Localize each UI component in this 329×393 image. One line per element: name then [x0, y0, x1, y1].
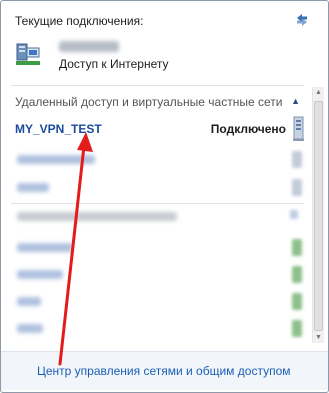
- divider: [11, 85, 304, 86]
- divider: [11, 203, 304, 204]
- list-item-redacted[interactable]: [11, 237, 304, 259]
- network-computer-icon: [16, 43, 40, 65]
- refresh-icon[interactable]: [294, 12, 310, 28]
- scrollbar[interactable]: ▲ ▼: [312, 87, 324, 343]
- vpn-connection-name: MY_VPN_TEST: [15, 122, 102, 136]
- network-center-link[interactable]: Центр управления сетями и общим доступом: [37, 364, 291, 378]
- chevron-icon[interactable]: [290, 210, 298, 219]
- list-item-redacted[interactable]: [11, 264, 304, 286]
- scroll-thumb[interactable]: [314, 101, 323, 331]
- list-item-redacted[interactable]: [11, 291, 304, 313]
- flyout-footer: Центр управления сетями и общим доступом: [1, 351, 328, 390]
- list-item-redacted[interactable]: [11, 318, 304, 340]
- scroll-down-arrow-icon[interactable]: ▼: [315, 334, 322, 341]
- section-heading-redacted[interactable]: [17, 212, 177, 221]
- network-name-redacted: [59, 41, 119, 52]
- vpn-connection-status: Подключено: [210, 122, 286, 136]
- vpn-connection-row[interactable]: MY_VPN_TEST Подключено: [11, 116, 304, 143]
- list-item-redacted[interactable]: [11, 149, 304, 171]
- chevron-up-icon[interactable]: ▲: [291, 96, 300, 106]
- vpn-server-icon: [293, 116, 304, 141]
- scroll-up-arrow-icon[interactable]: ▲: [315, 89, 322, 96]
- list-item-redacted[interactable]: [11, 177, 304, 199]
- network-access-status: Доступ к Интернету: [59, 57, 169, 71]
- vpn-section-heading[interactable]: Удаленный доступ и виртуальные частные с…: [15, 95, 282, 109]
- current-connections-title: Текущие подключения:: [15, 14, 144, 28]
- network-flyout: Текущие подключения: Доступ к Интернету …: [0, 0, 329, 393]
